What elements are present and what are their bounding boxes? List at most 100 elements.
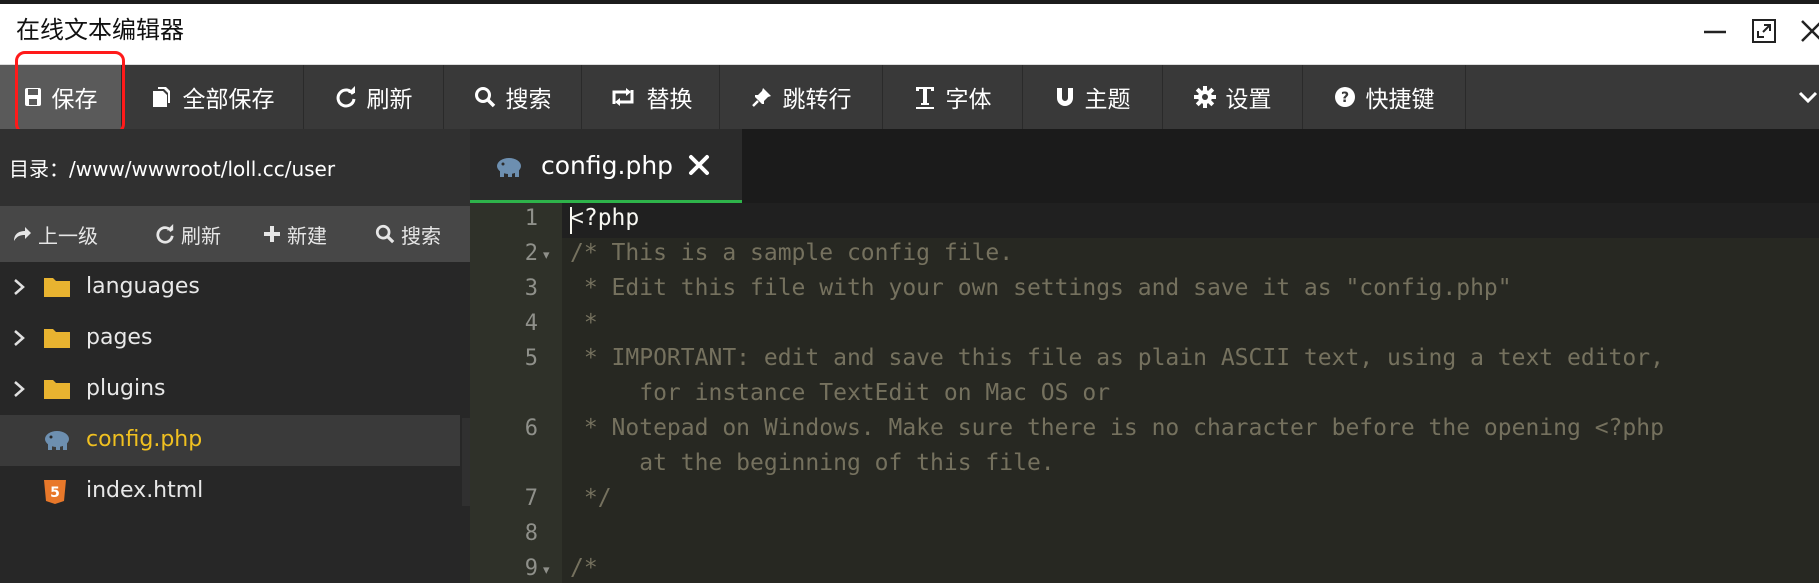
font-button[interactable]: 字体 xyxy=(883,65,1023,129)
chevron-down-icon[interactable] xyxy=(1796,85,1819,109)
code-line: * Edit this file with your own settings … xyxy=(570,275,1512,301)
refresh-icon xyxy=(156,224,174,244)
new-file-button[interactable]: 新建 xyxy=(263,206,327,262)
folder-item-plugins[interactable]: plugins xyxy=(0,364,460,415)
magnet-icon xyxy=(1056,88,1073,106)
up-level-button[interactable]: 上一级 xyxy=(12,206,98,262)
settings-button[interactable]: 设置 xyxy=(1163,65,1303,129)
refresh-icon xyxy=(336,86,355,108)
goto-line-label: 跳转行 xyxy=(782,87,852,113)
file-name: pages xyxy=(86,325,153,350)
refresh-label: 刷新 xyxy=(366,87,413,113)
folder-icon xyxy=(44,380,70,399)
file-name: plugins xyxy=(86,376,166,401)
editor-tab-config-php[interactable]: config.php xyxy=(470,129,742,203)
line-number: 2 xyxy=(524,241,538,266)
folder-item-languages[interactable]: languages xyxy=(0,262,460,313)
save-all-label: 全部保存 xyxy=(182,87,275,113)
help-icon: ? xyxy=(1334,87,1355,107)
window-titlebar: 在线文本编辑器 xyxy=(0,4,1819,65)
code-line-wrap: for instance TextEdit on Mac OS or xyxy=(570,380,1111,406)
search-button[interactable]: 搜索 xyxy=(444,65,582,129)
fold-arrow-icon[interactable]: ▾ xyxy=(543,563,550,578)
sidebar-search-label: 搜索 xyxy=(401,223,441,248)
chevron-right-icon[interactable] xyxy=(13,380,25,398)
code-area[interactable]: <?php /* This is a sample config file. *… xyxy=(562,203,1819,583)
sidebar-refresh-button[interactable]: 刷新 xyxy=(155,206,221,262)
folder-icon xyxy=(44,329,70,348)
code-line: <?php xyxy=(570,205,640,231)
pin-icon xyxy=(751,88,771,107)
chevron-right-icon[interactable] xyxy=(13,278,25,296)
directory-path: 目录：/www/wwwroot/loll.cc/user xyxy=(0,129,470,206)
line-number: 8 xyxy=(524,521,538,546)
php-elephant-icon xyxy=(497,158,521,177)
gear-icon xyxy=(1193,86,1216,108)
svg-text:?: ? xyxy=(1340,90,1348,106)
refresh-button[interactable]: 刷新 xyxy=(304,65,444,129)
close-icon[interactable] xyxy=(1797,16,1819,46)
active-line-highlight xyxy=(562,203,1819,238)
directory-label: 目录：/www/wwwroot/loll.cc/user xyxy=(9,157,336,181)
code-line-wrap: at the beginning of this file. xyxy=(570,450,1055,476)
close-tab-icon[interactable] xyxy=(688,154,710,176)
code-line: * Notepad on Windows. Make sure there is… xyxy=(570,415,1664,441)
shortcuts-label: 快捷键 xyxy=(1365,87,1435,113)
font-label: 字体 xyxy=(945,87,992,113)
goto-line-button[interactable]: 跳转行 xyxy=(720,65,883,129)
line-number: 7 xyxy=(524,486,538,511)
maximize-icon[interactable] xyxy=(1749,16,1779,46)
replace-icon xyxy=(612,88,633,106)
file-tree: languages pages plugins config.php 5 ind… xyxy=(0,262,470,583)
search-icon xyxy=(375,224,395,244)
code-line: * xyxy=(570,310,598,336)
new-file-label: 新建 xyxy=(287,223,327,248)
line-number: 5 xyxy=(524,346,538,371)
line-number: 6 xyxy=(524,416,538,441)
save-all-icon xyxy=(152,87,170,107)
line-number: 4 xyxy=(524,311,538,336)
code-editor: config.php 1 2 ▾ 3 4 5 6 7 8 9 ▾ <?php /… xyxy=(470,129,1819,583)
fold-arrow-icon[interactable]: ▾ xyxy=(543,248,550,263)
sidebar-actions: 上一级 刷新 新建 搜索 xyxy=(0,206,470,262)
replace-button[interactable]: 替换 xyxy=(582,65,720,129)
html5-icon: 5 xyxy=(44,480,66,504)
shortcuts-button[interactable]: ? 快捷键 xyxy=(1303,65,1466,129)
line-number: 1 xyxy=(524,206,538,231)
folder-icon xyxy=(44,278,70,297)
file-item-index-html[interactable]: 5 index.html xyxy=(0,466,460,517)
theme-button[interactable]: 主题 xyxy=(1023,65,1163,129)
chevron-right-icon[interactable] xyxy=(13,329,25,347)
editor-tab-bar: config.php xyxy=(470,129,1819,203)
highlight-annotation xyxy=(15,51,125,134)
minimize-icon[interactable] xyxy=(1700,16,1730,46)
svg-text:5: 5 xyxy=(50,485,60,501)
php-elephant-icon xyxy=(45,431,69,450)
sidebar-refresh-label: 刷新 xyxy=(181,223,221,248)
save-all-button[interactable]: 全部保存 xyxy=(122,65,304,129)
file-name: languages xyxy=(86,274,200,299)
text-cursor xyxy=(570,207,572,234)
line-number: 9 xyxy=(524,556,538,581)
code-line: /* This is a sample config file. xyxy=(570,240,1014,266)
file-sidebar: 目录：/www/wwwroot/loll.cc/user 上一级 刷新 新建 搜… xyxy=(0,129,470,583)
code-line: */ xyxy=(570,485,612,511)
editor-toolbar: 保存 全部保存 刷新 搜索 替换 跳转行 字体 主题 设置 ? 快捷键 xyxy=(0,65,1819,129)
search-label: 搜索 xyxy=(505,87,552,113)
code-line: * IMPORTANT: edit and save this file as … xyxy=(570,345,1664,371)
folder-item-pages[interactable]: pages xyxy=(0,313,460,364)
plus-icon xyxy=(264,226,280,242)
tab-file-name: config.php xyxy=(541,151,674,180)
up-level-icon xyxy=(14,227,31,241)
line-number-gutter: 1 2 ▾ 3 4 5 6 7 8 9 ▾ xyxy=(470,203,562,583)
file-name: config.php xyxy=(86,427,203,452)
code-line: /* xyxy=(570,555,598,581)
line-number: 3 xyxy=(524,276,538,301)
font-icon xyxy=(915,87,934,109)
up-level-label: 上一级 xyxy=(38,223,98,248)
file-item-config-php[interactable]: config.php xyxy=(0,415,460,466)
window-title: 在线文本编辑器 xyxy=(16,16,184,44)
sidebar-search-button[interactable]: 搜索 xyxy=(375,206,441,262)
file-name: index.html xyxy=(86,478,204,503)
settings-label: 设置 xyxy=(1225,87,1272,113)
